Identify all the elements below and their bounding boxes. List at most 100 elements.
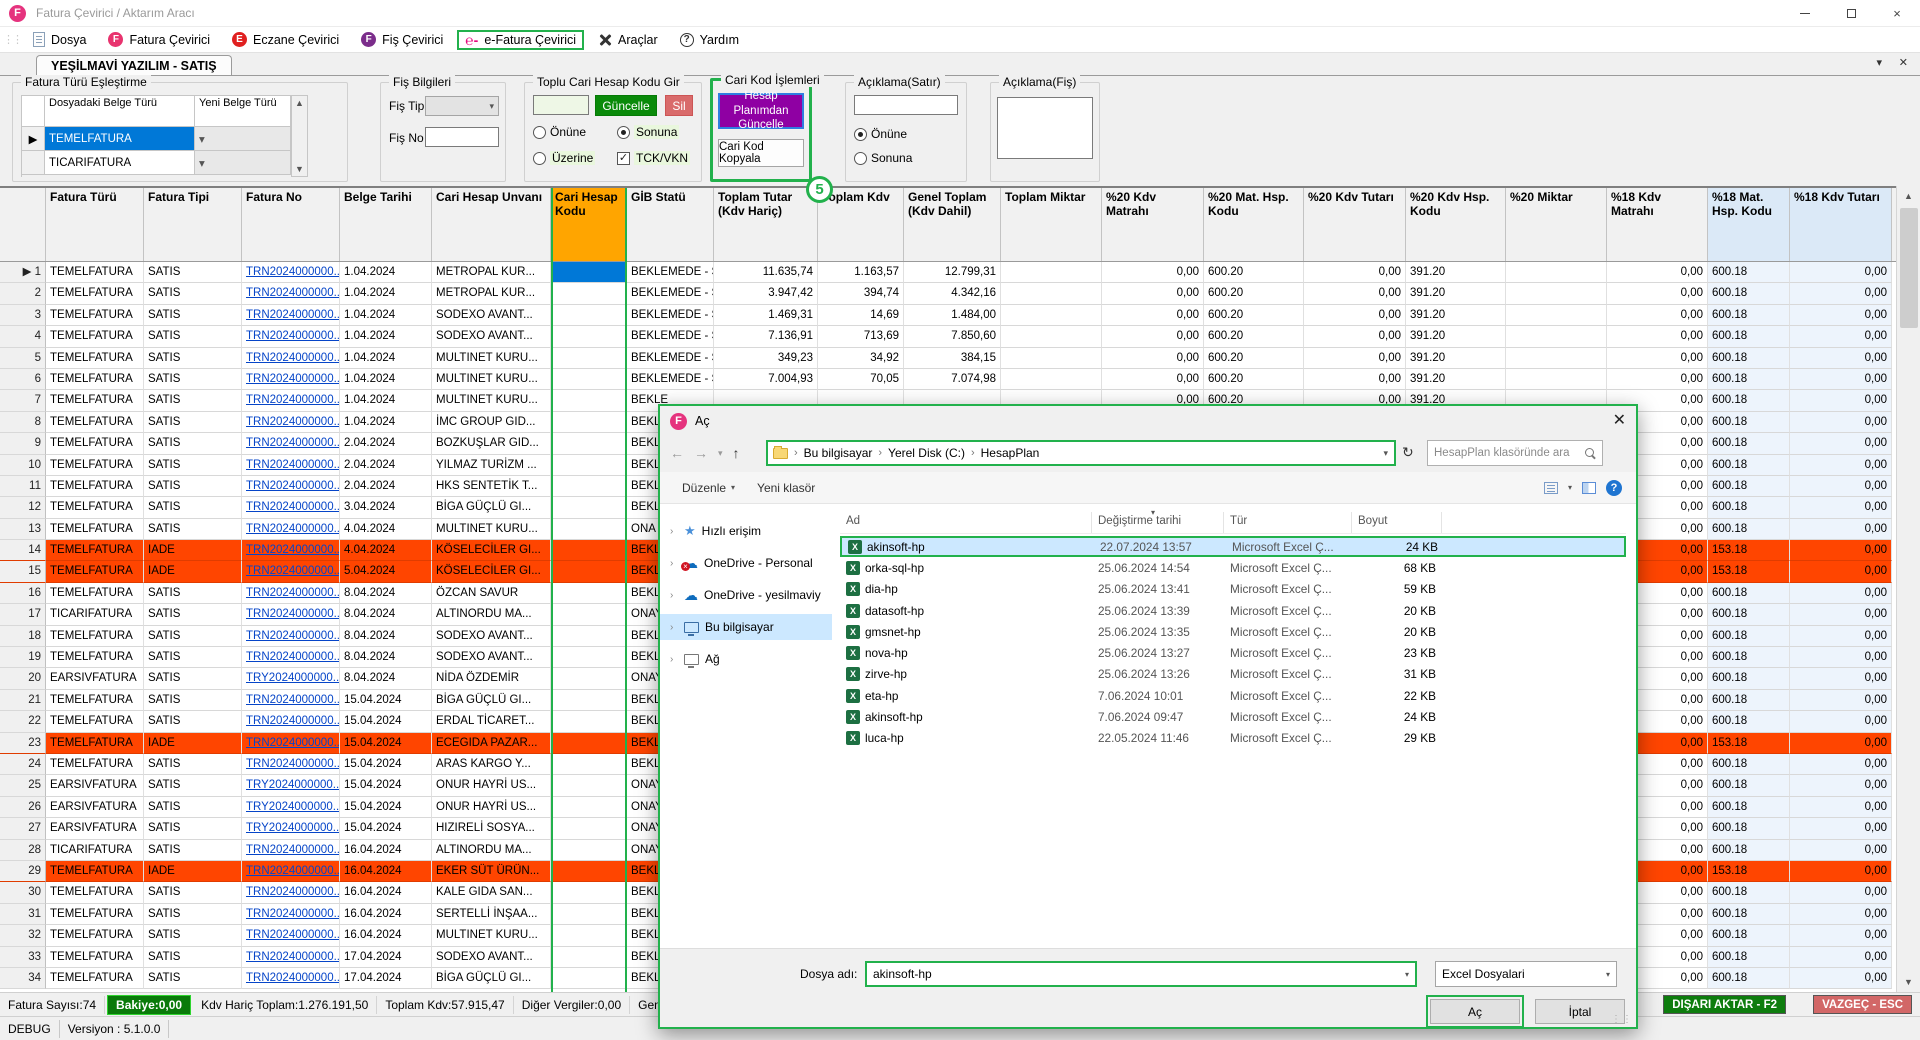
sidebar-item-bu-bilgisayar[interactable]: ›Bu bilgisayar bbox=[660, 614, 832, 640]
aciklama-satir-input[interactable] bbox=[854, 95, 958, 115]
fis-no-input[interactable] bbox=[425, 127, 499, 147]
chevron-right-icon[interactable]: › bbox=[670, 558, 678, 569]
open-button[interactable]: Aç bbox=[1430, 999, 1520, 1024]
menu-item-ara-lar[interactable]: Araçlar bbox=[590, 30, 666, 50]
fatura-no-link[interactable]: TRN2024000000... bbox=[246, 437, 340, 449]
help-icon[interactable]: ? bbox=[1606, 480, 1622, 496]
column-header-miktar[interactable]: Toplam Miktar bbox=[1001, 188, 1102, 261]
breadcrumb-item[interactable]: Yerel Disk (C:) bbox=[888, 446, 965, 460]
cari-kod-kopyala-button[interactable]: Cari Kod Kopyala bbox=[718, 139, 804, 167]
column-header-kdv[interactable]: Toplam Kdv bbox=[818, 188, 904, 261]
checkbox-tckvkn[interactable]: ✓TCK/VKN bbox=[617, 151, 690, 165]
aciklama-fis-textarea[interactable] bbox=[997, 97, 1093, 159]
menu-item-eczane-evirici[interactable]: EEczane Çevirici bbox=[224, 29, 347, 50]
fatura-no-link[interactable]: TRN2024000000... bbox=[246, 972, 340, 984]
back-icon[interactable]: ← bbox=[670, 445, 684, 461]
fis-tipi-select[interactable]: ▾ bbox=[425, 96, 499, 116]
search-input[interactable]: HesapPlan klasöründe ara bbox=[1427, 440, 1603, 466]
yeni-klasor-button[interactable]: Yeni klasör bbox=[757, 481, 815, 495]
file-row-orka-sql-hp[interactable]: Xorka-sql-hp25.06.2024 14:54Microsoft Ex… bbox=[840, 557, 1626, 578]
sidebar-item-h-zl-eri-im[interactable]: ›★Hızlı erişim bbox=[660, 518, 832, 544]
fatura-no-link[interactable]: TRN2024000000... bbox=[246, 608, 340, 620]
view-dropdown-icon[interactable]: ▾ bbox=[1568, 483, 1572, 492]
sil-button[interactable]: Sil bbox=[665, 95, 693, 116]
guncelle-button[interactable]: Güncelle bbox=[595, 95, 657, 116]
column-header-mk18[interactable]: %18 Mat. Hsp. Kodu bbox=[1708, 188, 1790, 261]
fatura-no-link[interactable]: TRN2024000000... bbox=[246, 416, 340, 428]
duzenle-button[interactable]: Düzenle▾ bbox=[682, 481, 735, 495]
menu-item-fatura-evirici[interactable]: FFatura Çevirici bbox=[100, 29, 218, 50]
fatura-no-link[interactable]: TRN2024000000... bbox=[246, 651, 340, 663]
fatura-no-link[interactable]: TRN2024000000... bbox=[246, 951, 340, 963]
chevron-right-icon[interactable]: › bbox=[670, 590, 678, 601]
fatura-no-link[interactable]: TRN2024000000... bbox=[246, 544, 340, 556]
fatura-no-link[interactable]: TRN2024000000... bbox=[246, 758, 340, 770]
fatura-no-link[interactable]: TRN2024000000... bbox=[246, 459, 340, 471]
fatura-no-link[interactable]: TRN2024000000... bbox=[246, 352, 340, 364]
table-row[interactable]: 3TEMELFATURASATISTRN2024000000...1.04.20… bbox=[0, 305, 1896, 326]
filetype-select[interactable]: Excel Dosyalari ▾ bbox=[1435, 961, 1617, 987]
tab-yesilmavi-satis[interactable]: YEŞİLMAVİ YAZILIM - SATIŞ bbox=[36, 55, 232, 76]
file-row-luca-hp[interactable]: Xluca-hp22.05.2024 11:46Microsoft Excel … bbox=[840, 728, 1626, 749]
menu-item-fi-evirici[interactable]: FFiş Çevirici bbox=[353, 29, 451, 50]
view-list-icon[interactable] bbox=[1544, 482, 1558, 494]
fatura-no-link[interactable]: TRN2024000000... bbox=[246, 373, 340, 385]
file-row-zirve-hp[interactable]: Xzirve-hp25.06.2024 13:26Microsoft Excel… bbox=[840, 664, 1626, 685]
radio-uzerine[interactable]: Üzerine bbox=[533, 151, 595, 165]
file-row-akinsoft-hp[interactable]: Xakinsoft-hp7.06.2024 09:47Microsoft Exc… bbox=[840, 706, 1626, 727]
maximize-button[interactable] bbox=[1828, 0, 1874, 27]
fatura-no-link[interactable]: TRN2024000000... bbox=[246, 865, 340, 877]
file-column-header-boyut[interactable]: Boyut bbox=[1352, 512, 1442, 533]
toplu-cari-input[interactable] bbox=[533, 95, 589, 115]
up-icon[interactable]: ↑ bbox=[733, 445, 740, 461]
breadcrumb-item[interactable]: Bu bilgisayar bbox=[804, 446, 873, 460]
column-header-genel[interactable]: Genel Toplam (Kdv Dahil) bbox=[904, 188, 1001, 261]
menu-item-yard-m[interactable]: ?Yardım bbox=[672, 30, 747, 50]
breadcrumb-item[interactable]: HesapPlan bbox=[981, 446, 1040, 460]
chevron-right-icon[interactable]: › bbox=[670, 526, 678, 537]
mini-grid-cell[interactable]: TICARIFATURA bbox=[45, 151, 195, 175]
column-header-turu[interactable]: Fatura Türü bbox=[46, 188, 144, 261]
file-column-header-ad[interactable]: Ad bbox=[840, 512, 1092, 533]
sidebar-item-onedrive-personal[interactable]: ›☁OneDrive - Personal bbox=[660, 550, 832, 576]
close-button[interactable]: × bbox=[1874, 0, 1920, 27]
mini-grid-cell[interactable]: TEMELFATURA bbox=[45, 127, 195, 151]
radio-sonuna[interactable]: Sonuna bbox=[617, 125, 679, 139]
table-row[interactable]: 5TEMELFATURASATISTRN2024000000...1.04.20… bbox=[0, 348, 1896, 369]
mini-grid-dropdown[interactable]: ▾ bbox=[195, 151, 291, 175]
fatura-no-link[interactable]: TRN2024000000... bbox=[246, 480, 340, 492]
fatura-no-link[interactable]: TRN2024000000... bbox=[246, 501, 340, 513]
column-header-n[interactable] bbox=[0, 188, 46, 261]
address-dropdown-icon[interactable]: ▾ bbox=[1383, 448, 1394, 459]
column-header-mk20[interactable]: %20 Mat. Hsp. Kodu bbox=[1204, 188, 1304, 261]
radio-aciklama-onune[interactable]: Önüne bbox=[854, 127, 907, 141]
grid-vertical-scrollbar[interactable]: ▲ ▼ bbox=[1896, 186, 1920, 992]
fatura-no-link[interactable]: TRN2024000000... bbox=[246, 908, 340, 920]
hesap-planimdan-guncelle-button[interactable]: Hesap Planımdan Güncelle bbox=[718, 93, 804, 129]
resize-grip[interactable]: ⋮⋮ bbox=[1611, 1014, 1633, 1025]
scroll-up-icon[interactable]: ▲ bbox=[1897, 186, 1920, 206]
fatura-no-link[interactable]: TRN2024000000... bbox=[246, 287, 340, 299]
column-header-no[interactable]: Fatura No bbox=[242, 188, 340, 261]
address-bar[interactable]: ›Bu bilgisayar›Yerel Disk (C:)›HesapPlan… bbox=[766, 440, 1396, 466]
fatura-no-link[interactable]: TRN2024000000... bbox=[246, 694, 340, 706]
history-dropdown-icon[interactable]: ▾ bbox=[718, 448, 723, 459]
fatura-no-link[interactable]: TRN2024000000... bbox=[246, 266, 340, 278]
fatura-no-link[interactable]: TRY2024000000... bbox=[246, 801, 340, 813]
preview-pane-icon[interactable] bbox=[1582, 482, 1596, 494]
menu-item-e-fatura-evirici[interactable]: ℮-e-Fatura Çevirici bbox=[457, 30, 584, 50]
file-row-gmsnet-hp[interactable]: Xgmsnet-hp25.06.2024 13:35Microsoft Exce… bbox=[840, 621, 1626, 642]
column-header-mik20[interactable]: %20 Miktar bbox=[1506, 188, 1607, 261]
column-header-unvan[interactable]: Cari Hesap Unvanı bbox=[432, 188, 551, 261]
filename-dropdown-icon[interactable]: ▾ bbox=[1405, 970, 1409, 979]
sidebar-item-a-[interactable]: ›Ağ bbox=[660, 646, 832, 672]
tab-list-dropdown-icon[interactable]: ▾ bbox=[1876, 56, 1882, 69]
mini-grid-scrollbar[interactable]: ▲▼ bbox=[291, 95, 308, 177]
column-header-tarih[interactable]: Belge Tarihi bbox=[340, 188, 432, 261]
column-header-m20[interactable]: %20 Kdv Matrahı bbox=[1102, 188, 1204, 261]
fatura-no-link[interactable]: TRY2024000000... bbox=[246, 779, 340, 791]
fatura-no-link[interactable]: TRY2024000000... bbox=[246, 822, 340, 834]
radio-aciklama-sonuna[interactable]: Sonuna bbox=[854, 151, 912, 165]
fatura-no-link[interactable]: TRN2024000000... bbox=[246, 844, 340, 856]
fatura-no-link[interactable]: TRN2024000000... bbox=[246, 523, 340, 535]
